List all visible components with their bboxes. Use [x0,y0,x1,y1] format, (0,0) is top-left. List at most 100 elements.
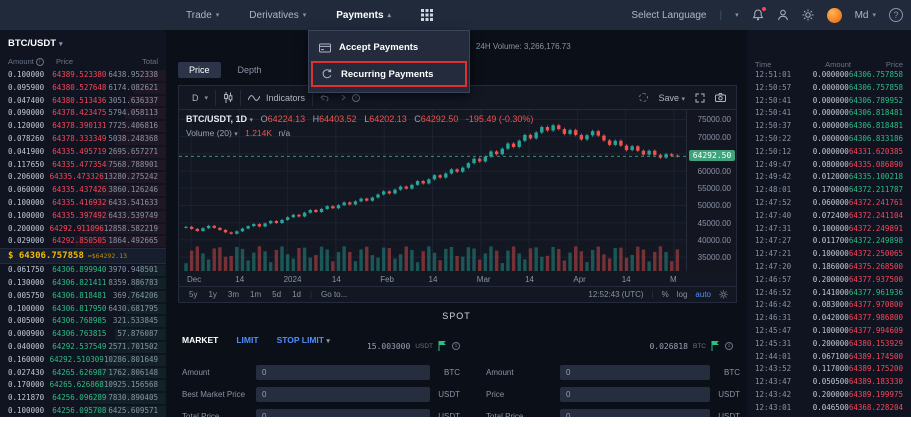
trade-row[interactable]: 12:47:520.06000064372.241761 [747,197,911,210]
trade-row[interactable]: 12:48:010.17000064372.211787 [747,184,911,197]
orderbook-ask-row[interactable]: 0.07826064378.3333495038.248368 [0,133,166,146]
menu-item-accept-payments[interactable]: Accept Payments [309,35,469,60]
scale-log[interactable]: log [677,290,688,299]
chart-settings-gear-icon[interactable] [719,290,728,299]
trade-row[interactable]: 12:46:520.14100064377.961936 [747,287,911,300]
scale-%[interactable]: % [662,290,669,299]
range-3m[interactable]: 3m [226,290,241,299]
amount-input[interactable] [256,365,430,380]
volume-indicator-label[interactable]: Volume (20) [186,128,232,138]
trade-row[interactable]: 12:50:220.00000064306.833186 [747,133,911,146]
orderbook-mid-price[interactable]: $ 64306.757858≈$64292.13 [0,248,166,264]
language-selector-label[interactable]: Select Language [631,10,706,21]
scale-auto[interactable]: auto [695,290,711,299]
trade-row[interactable]: 12:45:470.10000064377.994609 [747,325,911,338]
orderbook-bid-row[interactable]: 0.13000064306.8214118359.886783 [0,277,166,290]
user-menu[interactable]: Md ▾ [855,10,876,21]
menu-item-recurring-payments[interactable]: Recurring Payments [311,61,467,87]
orderbook-bid-row[interactable]: 0.06175064306.8999403970.948501 [0,264,166,277]
orderbook-bid-row[interactable]: 0.10000064256.0957086425.609571 [0,405,166,417]
orderbook-bid-row[interactable]: 0.04000064292.5375492571.701502 [0,341,166,354]
nav-item-trade[interactable]: Trade ▾ [186,10,219,21]
orderbook-bid-row[interactable]: 0.00500064306.768985321.533845 [0,315,166,328]
tab-stop-limit[interactable]: STOP LIMIT ▾ [277,335,330,345]
language-chevron-icon[interactable]: ▾ [735,11,739,19]
trade-row[interactable]: 12:43:010.04650064368.228204 [747,402,911,415]
orderbook-bid-row[interactable]: 0.00575064306.818481369.764206 [0,290,166,303]
orderbook-bid-row[interactable]: 0.10000064306.8179506430.681795 [0,303,166,316]
chart-type-button[interactable] [216,90,241,106]
trade-row[interactable]: 12:46:310.04200064377.986800 [747,312,911,325]
undo-icon[interactable] [320,94,330,102]
tab-price[interactable]: Price [178,62,221,78]
indicators-button[interactable]: Indicators [241,90,313,106]
orderbook-ask-row[interactable]: 0.10000064389.5233806438.952338 [0,69,166,82]
trade-row[interactable]: 12:50:370.00000064306.818481 [747,120,911,133]
price-input[interactable] [560,387,710,402]
save-layout-button[interactable]: Save ▾ [658,93,685,103]
orderbook-ask-row[interactable]: 0.02900064292.8505051864.492665 [0,235,166,248]
trade-row[interactable]: 12:49:470.08000064335.086890 [747,159,911,172]
range-5y[interactable]: 5y [187,290,199,299]
amount-input[interactable] [560,365,710,380]
fullscreen-icon[interactable] [695,93,705,103]
orderbook-ask-row[interactable]: 0.20600064335.47332613280.275242 [0,171,166,184]
trade-row[interactable]: 12:46:420.08300064377.970800 [747,299,911,312]
orderbook-bid-row[interactable]: 0.02743064265.6269871762.806148 [0,367,166,380]
nav-item-payments[interactable]: Payments ▴ [336,10,391,21]
price-axis[interactable]: 75000.0070000.0065000.0060000.0055000.00… [686,110,736,271]
orderbook-bid-row[interactable]: 0.00090064306.76381557.876087 [0,328,166,341]
info-icon[interactable]: i [725,342,733,350]
range-1m[interactable]: 1m [248,290,263,299]
tab-market[interactable]: MARKET [182,335,218,345]
trade-row[interactable]: 12:47:210.10000064372.250065 [747,248,911,261]
chart-body[interactable]: BTC/USDT, 1D ▾ O64224.13 H64403.52 L6420… [179,110,736,271]
trade-row[interactable]: 12:46:570.20000064377.937500 [747,274,911,287]
info-icon[interactable]: i [352,94,360,102]
trade-row[interactable]: 12:50:410.00000064306.818481 [747,107,911,120]
best-market-price-input[interactable] [256,387,430,402]
legend-symbol[interactable]: BTC/USDT, 1D [186,114,247,124]
profile-person-icon[interactable] [777,9,789,21]
trade-row[interactable]: 12:45:310.20000064380.153929 [747,338,911,351]
utc-clock[interactable]: 12:52:43 (UTC) [588,290,643,299]
range-5d[interactable]: 5d [270,290,283,299]
orderbook-ask-row[interactable]: 0.04190064335.4957192695.657271 [0,146,166,159]
nav-item-derivatives[interactable]: Derivatives ▾ [249,10,306,21]
trade-row[interactable]: 12:43:420.20000064389.199975 [747,389,911,402]
camera-snapshot-icon[interactable] [715,93,726,102]
user-avatar[interactable] [827,8,842,23]
apps-grid-icon[interactable] [421,9,433,21]
trade-row[interactable]: 12:50:410.00000064306.789952 [747,95,911,108]
trade-row[interactable]: 12:47:270.01170064372.249898 [747,235,911,248]
orderbook-ask-row[interactable]: 0.20000064292.91109612858.582219 [0,223,166,236]
notifications-bell-icon[interactable] [752,9,764,21]
trade-row[interactable]: 12:43:470.05050064389.183330 [747,376,911,389]
interval-selector[interactable]: D ▾ [185,90,216,106]
orderbook-ask-row[interactable]: 0.04740064380.5134363051.636337 [0,95,166,108]
orderbook-ask-row[interactable]: 0.09000064378.4234755794.058113 [0,107,166,120]
orderbook-ask-row[interactable]: 0.11765064335.4773547568.788901 [0,159,166,172]
range-1y[interactable]: 1y [206,290,218,299]
trade-row[interactable]: 12:47:400.07240064372.241104 [747,210,911,223]
orderbook-bid-row[interactable]: 0.17000064265.62686810925.156568 [0,379,166,392]
trade-row[interactable]: 12:50:120.00000064331.620385 [747,146,911,159]
trade-row[interactable]: 12:49:420.01200064335.100218 [747,171,911,184]
settings-gear-icon[interactable] [802,9,814,21]
trade-row[interactable]: 12:47:200.18600064375.268500 [747,261,911,274]
tab-limit[interactable]: LIMIT [236,335,258,345]
info-icon[interactable]: i [452,342,460,350]
tab-depth[interactable]: Depth [227,62,273,78]
range-1d[interactable]: 1d [290,290,303,299]
goto-button[interactable]: Go to... [319,290,349,299]
trade-row[interactable]: 12:47:310.10000064372.249891 [747,223,911,236]
trade-row[interactable]: 12:44:010.06710064389.174500 [747,351,911,364]
help-icon[interactable]: ? [889,8,903,22]
orderbook-ask-row[interactable]: 0.06000064335.4374263860.126246 [0,184,166,197]
trade-row[interactable]: 12:43:520.11700064389.175200 [747,363,911,376]
orderbook-ask-row[interactable]: 0.10000064335.4169326433.541633 [0,197,166,210]
orderbook-bid-row[interactable]: 0.16000064292.51030910286.801649 [0,354,166,367]
orderbook-ask-row[interactable]: 0.10000064335.3974926433.539749 [0,210,166,223]
pair-selector[interactable]: BTC/USDT▾ [0,30,166,51]
orderbook-ask-row[interactable]: 0.09590064380.5276486174.082621 [0,82,166,95]
